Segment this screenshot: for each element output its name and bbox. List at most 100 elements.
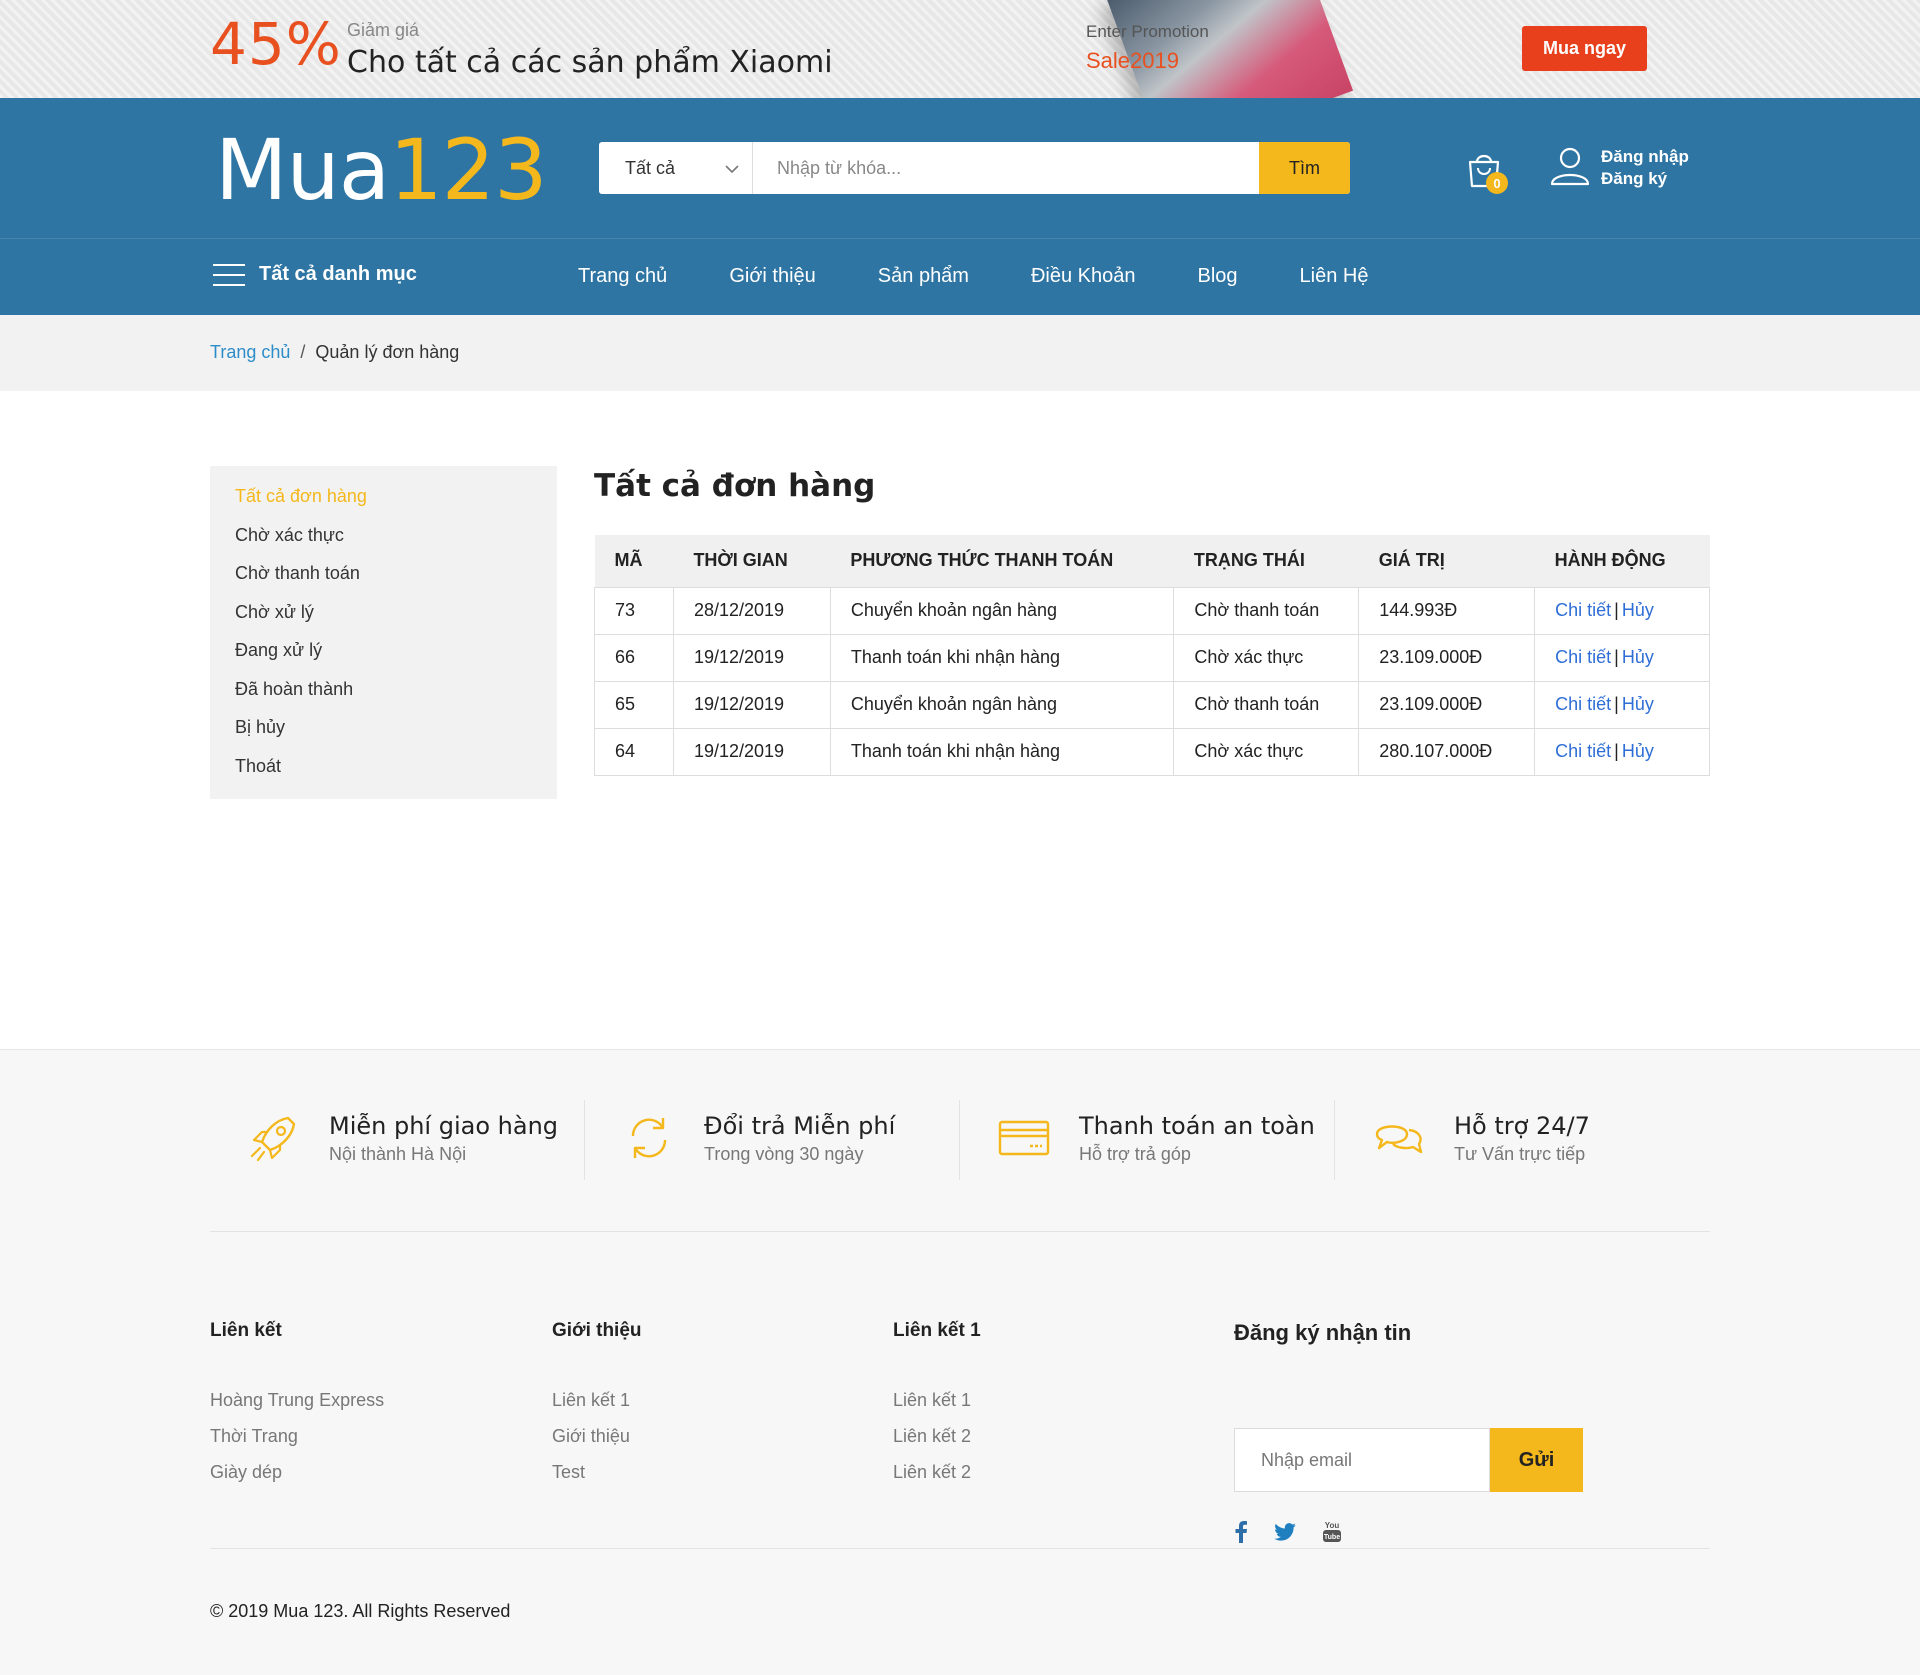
- login-link[interactable]: Đăng nhập: [1601, 146, 1689, 168]
- footer-column-title: Liên kết: [210, 1320, 282, 1341]
- search-category-select[interactable]: Tất cả: [599, 142, 753, 194]
- footer-link[interactable]: Giới thiệu: [552, 1426, 642, 1462]
- order-time: 19/12/2019: [672, 633, 831, 682]
- twitter-icon[interactable]: [1274, 1523, 1296, 1541]
- column-header-value: GIÁ TRỊ: [1358, 535, 1535, 587]
- order-status: Chờ thanh toán: [1173, 586, 1360, 635]
- sidebar-item-pending-payment[interactable]: Chờ thanh toán: [235, 562, 557, 601]
- all-categories-button[interactable]: Tất cả danh mục: [213, 263, 417, 286]
- detail-link[interactable]: Chi tiết: [1555, 600, 1611, 620]
- feature-subtitle: Nội thành Hà Nội: [329, 1144, 467, 1164]
- table-row: 66 19/12/2019 Thanh toán khi nhận hàng C…: [594, 633, 1710, 682]
- table-row: 64 19/12/2019 Thanh toán khi nhận hàng C…: [594, 727, 1710, 776]
- feature-support: Hỗ trợ 24/7 Tư Vấn trực tiếp: [1335, 1100, 1710, 1180]
- search-input[interactable]: [753, 142, 1198, 194]
- footer-column-title: Liên kết 1: [893, 1320, 981, 1341]
- footer-link[interactable]: Test: [552, 1462, 642, 1498]
- action-separator: |: [1614, 647, 1619, 667]
- svg-text:You: You: [1325, 1521, 1340, 1530]
- feature-title: Miễn phí giao hàng: [329, 1112, 559, 1140]
- footer-link[interactable]: Thời Trang: [210, 1426, 384, 1462]
- order-status: Chờ thanh toán: [1173, 680, 1360, 729]
- copyright: © 2019 Mua 123. All Rights Reserved: [210, 1601, 511, 1621]
- order-value: 23.109.000Đ: [1358, 680, 1536, 729]
- breadcrumb-separator: /: [300, 342, 306, 362]
- nav-item-products[interactable]: Sản phẩm: [878, 265, 969, 288]
- sidebar-item-completed[interactable]: Đã hoàn thành: [235, 678, 557, 717]
- user-icon[interactable]: [1548, 144, 1592, 188]
- all-categories-label: Tất cả danh mục: [259, 263, 417, 285]
- logo-number: 123: [389, 121, 547, 219]
- table-row: 65 19/12/2019 Chuyển khoản ngân hàng Chờ…: [594, 680, 1710, 729]
- order-actions: Chi tiết | Hủy: [1534, 633, 1710, 682]
- sidebar-item-processing[interactable]: Đang xử lý: [235, 639, 557, 678]
- footer-column-title: Giới thiệu: [552, 1320, 642, 1341]
- footer-link[interactable]: Hoàng Trung Express: [210, 1390, 384, 1426]
- nav-item-terms[interactable]: Điều Khoản: [1031, 265, 1136, 288]
- detail-link[interactable]: Chi tiết: [1555, 741, 1611, 761]
- cancel-link[interactable]: Hủy: [1622, 741, 1654, 761]
- register-link[interactable]: Đăng ký: [1601, 168, 1689, 190]
- divider: [210, 1548, 1710, 1549]
- breadcrumb: Trang chủ / Quản lý đơn hàng: [0, 315, 1920, 391]
- nav-item-about[interactable]: Giới thiệu: [729, 265, 815, 288]
- column-header-time: THỜI GIAN: [673, 535, 831, 587]
- column-header-id: MÃ: [594, 535, 674, 587]
- site-header: Mua123 Tất cả Tìm 0 Đăng nhập Đăng ký: [0, 98, 1920, 238]
- search-category-value: Tất cả: [625, 158, 676, 178]
- newsletter-title: Đăng ký nhận tin: [1234, 1320, 1412, 1345]
- promo-banner: 45% Giảm giá Cho tất cả các sản phẩm Xia…: [0, 0, 1920, 98]
- nav-item-blog[interactable]: Blog: [1198, 265, 1238, 288]
- footer-link[interactable]: Liên kết 2: [893, 1462, 981, 1498]
- cancel-link[interactable]: Hủy: [1622, 694, 1654, 714]
- sidebar-item-cancelled[interactable]: Bị hủy: [235, 716, 557, 755]
- sidebar-item-pending-processing[interactable]: Chờ xử lý: [235, 601, 557, 640]
- footer-link[interactable]: Liên kết 1: [552, 1390, 642, 1426]
- rocket-icon: [250, 1116, 296, 1162]
- nav-item-home[interactable]: Trang chủ: [578, 265, 667, 288]
- credit-card-icon: [998, 1120, 1050, 1156]
- footer-link[interactable]: Liên kết 2: [893, 1426, 981, 1462]
- detail-link[interactable]: Chi tiết: [1555, 694, 1611, 714]
- order-id: 73: [594, 586, 674, 635]
- email-input[interactable]: [1234, 1428, 1490, 1492]
- sidebar-item-pending-verification[interactable]: Chờ xác thực: [235, 524, 557, 563]
- sidebar-item-logout[interactable]: Thoát: [235, 755, 557, 794]
- search-button[interactable]: Tìm: [1259, 142, 1350, 194]
- promo-image-line1: Enter Promotion: [1086, 22, 1209, 41]
- nav-item-contact[interactable]: Liên Hệ: [1300, 265, 1369, 288]
- column-header-actions: HÀNH ĐỘNG: [1534, 535, 1710, 587]
- cancel-link[interactable]: Hủy: [1622, 647, 1654, 667]
- order-value: 23.109.000Đ: [1358, 633, 1536, 682]
- sidebar-item-all-orders[interactable]: Tất cả đơn hàng: [235, 485, 557, 524]
- column-header-payment-method: PHƯƠNG THỨC THANH TOÁN: [830, 535, 1174, 587]
- feature-subtitle: Hỗ trợ trả góp: [1079, 1144, 1191, 1164]
- action-separator: |: [1614, 694, 1619, 714]
- feature-title: Hỗ trợ 24/7: [1454, 1112, 1590, 1140]
- promo-text: Cho tất cả các sản phẩm Xiaomi: [347, 45, 833, 80]
- chevron-down-icon: [725, 165, 739, 174]
- youtube-icon[interactable]: You Tube: [1322, 1520, 1342, 1544]
- feature-free-returns: Đổi trả Miễn phí Trong vòng 30 ngày: [585, 1100, 960, 1180]
- site-footer: Miễn phí giao hàng Nội thành Hà Nội Đổi …: [0, 1049, 1920, 1675]
- cart-button[interactable]: 0: [1462, 148, 1510, 196]
- order-time: 19/12/2019: [672, 727, 831, 776]
- logo[interactable]: Mua123: [215, 120, 548, 220]
- menu-icon: [213, 263, 245, 286]
- send-button[interactable]: Gửi: [1490, 1428, 1583, 1492]
- order-actions: Chi tiết | Hủy: [1534, 586, 1710, 635]
- cart-count-badge: 0: [1486, 172, 1508, 194]
- detail-link[interactable]: Chi tiết: [1555, 647, 1611, 667]
- newsletter: Đăng ký nhận tin Gửi You Tube: [1234, 1320, 1583, 1543]
- breadcrumb-home[interactable]: Trang chủ: [210, 342, 290, 362]
- footer-link[interactable]: Liên kết 1: [893, 1390, 981, 1426]
- cancel-link[interactable]: Hủy: [1622, 600, 1654, 620]
- buy-now-button[interactable]: Mua ngay: [1522, 26, 1647, 71]
- footer-link[interactable]: Giày dép: [210, 1462, 384, 1498]
- footer-column-about: Giới thiệu Liên kết 1 Giới thiệu Test: [552, 1320, 642, 1498]
- order-actions: Chi tiết | Hủy: [1534, 727, 1710, 776]
- promo-percent: 45%: [210, 10, 342, 78]
- order-payment-method: Chuyển khoản ngân hàng: [829, 586, 1175, 635]
- facebook-icon[interactable]: [1234, 1521, 1248, 1543]
- order-value: 280.107.000Đ: [1358, 727, 1536, 776]
